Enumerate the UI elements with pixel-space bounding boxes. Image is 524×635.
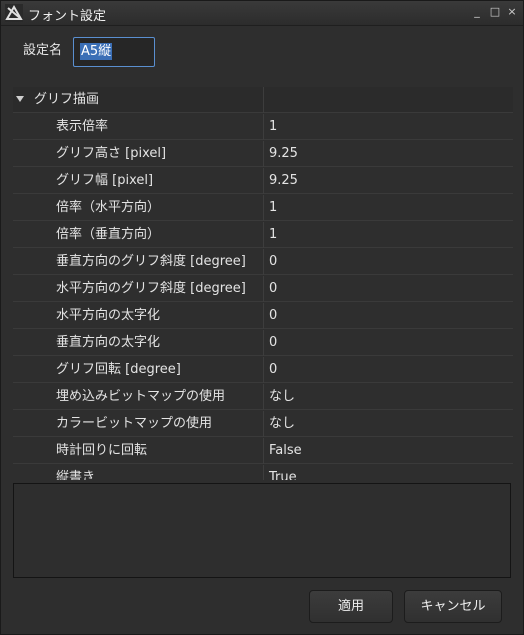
window-title: フォント設定 [28,9,107,24]
property-name: 縦書き [56,470,96,480]
property-row[interactable]: カラービットマップの使用 なし [13,411,513,437]
property-row[interactable]: 倍率（垂直方向） 1 [13,222,513,248]
column-divider [263,330,264,356]
property-row[interactable]: グリフ高さ [pixel] 9.25 [13,141,513,167]
property-name: 水平方向の太字化 [56,308,161,323]
property-row[interactable]: 時計回りに回転 False [13,438,513,464]
expand-arrow-icon[interactable] [16,96,24,102]
property-row[interactable]: 垂直方向のグリフ斜度 [degree] 0 [13,249,513,275]
close-button[interactable]: × [504,4,520,20]
property-value[interactable]: True [269,465,509,480]
app-icon [5,4,23,22]
description-panel [13,483,511,578]
column-divider [263,114,264,140]
property-value[interactable]: なし [269,411,509,437]
property-value[interactable]: False [269,438,509,464]
property-name: 時計回りに回転 [56,443,148,458]
column-divider [263,141,264,167]
apply-button[interactable]: 適用 [309,590,393,623]
property-value[interactable]: なし [269,384,509,410]
column-divider [263,357,264,383]
property-name: 埋め込みビットマップの使用 [56,389,226,404]
property-row[interactable]: 水平方向の太字化 0 [13,303,513,329]
property-row[interactable]: 倍率（水平方向） 1 [13,195,513,221]
column-divider [263,249,264,275]
maximize-button[interactable]: □ [487,4,503,20]
column-divider [263,87,264,113]
cancel-button[interactable]: キャンセル [404,590,502,623]
column-divider [263,384,264,410]
property-row[interactable]: 埋め込みビットマップの使用 なし [13,384,513,410]
column-divider [263,195,264,221]
column-divider [263,411,264,437]
property-value[interactable]: 0 [269,303,509,329]
property-row[interactable]: グリフ回転 [degree] 0 [13,357,513,383]
property-name: グリフ幅 [pixel] [56,173,154,188]
group-row-glyph-rendering[interactable]: グリフ描画 [13,87,513,113]
setting-name-value: A5縦 [80,43,113,60]
property-row[interactable]: 水平方向のグリフ斜度 [degree] 0 [13,276,513,302]
column-divider [263,438,264,464]
property-name: グリフ高さ [pixel] [56,146,167,161]
property-value[interactable]: 1 [269,114,509,140]
property-row[interactable]: グリフ幅 [pixel] 9.25 [13,168,513,194]
property-name: 水平方向のグリフ斜度 [degree] [56,281,246,296]
property-name: 倍率（水平方向） [56,200,161,215]
property-value[interactable]: 0 [269,276,509,302]
property-value[interactable]: 0 [269,330,509,356]
property-value[interactable]: 0 [269,249,509,275]
property-name: 表示倍率 [56,119,109,134]
group-label: グリフ描画 [34,92,100,107]
property-value[interactable]: 9.25 [269,168,509,194]
property-name: 垂直方向の太字化 [56,335,161,350]
property-name: 倍率（垂直方向） [56,227,161,242]
property-row[interactable]: 表示倍率 1 [13,114,513,140]
property-name: グリフ回転 [degree] [56,362,181,377]
setting-name-label: 設定名 [23,43,63,58]
title-bar[interactable]: フォント設定 _ □ × [1,1,523,26]
property-tree[interactable]: グリフ描画 表示倍率 1 グリフ高さ [pixel] 9.25 グリフ幅 [pixel]… [13,87,513,480]
font-settings-window: フォント設定 _ □ × 設定名 A5縦 グリフ描画 表示倍率 1 グリフ高さ [p… [0,0,524,635]
minimize-button[interactable]: _ [469,4,485,20]
property-value[interactable]: 1 [269,222,509,248]
column-divider [263,276,264,302]
property-row[interactable]: 縦書き True [13,465,513,480]
column-divider [263,465,264,480]
property-value[interactable]: 9.25 [269,141,509,167]
property-value[interactable]: 0 [269,357,509,383]
property-name: カラービットマップの使用 [56,416,213,431]
column-divider [263,222,264,248]
property-row[interactable]: 垂直方向の太字化 0 [13,330,513,356]
property-value[interactable]: 1 [269,195,509,221]
setting-name-input[interactable]: A5縦 [73,37,155,67]
property-name: 垂直方向のグリフ斜度 [degree] [56,254,246,269]
column-divider [263,303,264,329]
column-divider [263,168,264,194]
